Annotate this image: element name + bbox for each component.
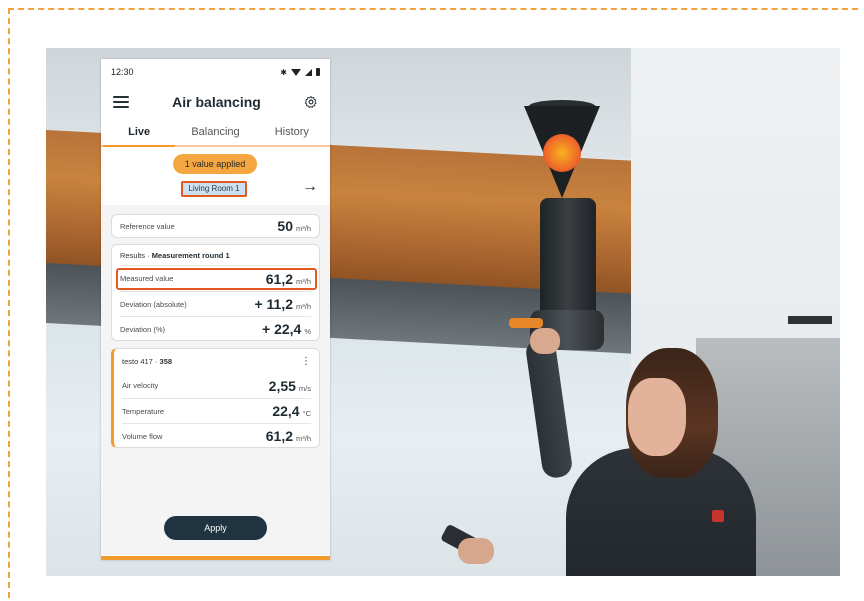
gear-icon[interactable]: [304, 95, 318, 109]
wifi-icon: [291, 68, 301, 76]
more-vert-icon[interactable]: ⋮: [301, 356, 311, 367]
reference-value-label: Reference value: [120, 221, 175, 231]
air-velocity-unit: m/s: [298, 383, 311, 393]
deviation-percent-display: + 22,4%: [262, 321, 311, 337]
deviation-absolute-row: Deviation (absolute) + 11,2 m³/h: [112, 292, 319, 316]
deviation-percent-row: Deviation (%) + 22,4%: [112, 317, 319, 341]
results-header: Results · Measurement round 1: [112, 245, 319, 265]
reference-value-number: 50: [277, 218, 293, 234]
frame-border-top: [8, 8, 858, 10]
person-face: [628, 378, 686, 456]
status-time: 12:30: [111, 67, 134, 77]
apply-button[interactable]: Apply: [164, 516, 267, 540]
air-velocity-row: Air velocity 2,55 m/s: [114, 373, 319, 398]
volume-flow-label: Volume flow: [122, 431, 163, 441]
signal-icon: [305, 68, 312, 76]
deviation-absolute-number: + 11,2: [254, 296, 293, 312]
results-header-prefix: Results ·: [120, 251, 152, 260]
tab-history[interactable]: History: [254, 121, 330, 146]
probe-handle: [509, 318, 543, 328]
app-bar: Air balancing: [101, 87, 330, 117]
arrow-right-icon[interactable]: →: [302, 177, 318, 197]
deviation-absolute-label: Deviation (absolute): [120, 299, 187, 309]
room-name-chip[interactable]: Living Room 1: [181, 181, 247, 197]
sensor-name: testo 417 · 358: [122, 357, 172, 366]
sensor-card: testo 417 · 358 ⋮ Air velocity 2,55 m/s T…: [111, 348, 320, 448]
measurement-hood-body: [540, 198, 596, 328]
deviation-percent-unit: %: [304, 327, 311, 336]
wall-bracket: [788, 316, 832, 324]
deviation-absolute-unit: m³/h: [296, 302, 311, 311]
sensor-id: 358: [159, 356, 173, 366]
status-icons: ✱: [280, 68, 320, 77]
jacket-badge-icon: [712, 510, 724, 522]
measured-value-highlight: [116, 268, 317, 290]
testo-logo-icon: [543, 134, 581, 172]
temperature-row: Temperature 22,4 °C: [114, 399, 319, 423]
value-applied-badge: 1 value applied: [173, 154, 257, 174]
tab-bar: Live Balancing History: [101, 121, 330, 147]
status-bar: 12:30 ✱: [101, 59, 330, 85]
volume-flow-unit: m³/h: [296, 434, 311, 443]
results-header-title: Measurement round 1: [151, 251, 230, 260]
sensor-name-prefix: testo 417 ·: [122, 356, 160, 366]
air-velocity-display: 2,55 m/s: [269, 378, 311, 394]
page-title: Air balancing: [172, 94, 261, 110]
measured-value-row: Measured value 61,2 m³/h: [112, 266, 319, 291]
air-velocity-number: 2,55: [268, 377, 296, 394]
volume-flow-number: 61,2: [265, 428, 293, 444]
phone-screen: 12:30 ✱ Air balancing Live Balancing His…: [101, 59, 330, 560]
reference-value-row: Reference value 50 m³/h: [112, 215, 319, 237]
results-card: Results · Measurement round 1 Measured v…: [111, 244, 320, 341]
temperature-number: 22,4: [272, 403, 300, 419]
sensor-header: testo 417 · 358 ⋮: [114, 349, 319, 373]
temperature-unit: °C: [302, 409, 311, 418]
tab-balancing[interactable]: Balancing: [177, 121, 253, 146]
hamburger-menu-icon[interactable]: [113, 96, 129, 108]
volume-flow-display: 61,2 m³/h: [266, 428, 311, 444]
frame-border-left: [8, 8, 10, 598]
bottom-accent-bar: [101, 556, 330, 560]
deviation-absolute-display: + 11,2 m³/h: [254, 296, 311, 312]
deviation-percent-label: Deviation (%): [120, 324, 166, 334]
reference-value-unit: m³/h: [296, 224, 311, 233]
person-hand: [530, 328, 560, 354]
temperature-label: Temperature: [122, 406, 165, 416]
air-velocity-label: Air velocity: [122, 381, 159, 390]
temperature-display: 22,4 °C: [272, 403, 311, 419]
tab-active-indicator: [103, 145, 175, 147]
volume-flow-row: Volume flow 61,2 m³/h: [114, 424, 319, 448]
reference-value-display: 50 m³/h: [277, 218, 311, 234]
reference-value-card: Reference value 50 m³/h: [111, 214, 320, 238]
bluetooth-icon: ✱: [280, 67, 287, 77]
battery-icon: [316, 68, 320, 76]
tab-live[interactable]: Live: [101, 121, 177, 146]
deviation-percent-number: + 22,4: [262, 321, 302, 337]
person-hand-phone: [458, 538, 494, 564]
